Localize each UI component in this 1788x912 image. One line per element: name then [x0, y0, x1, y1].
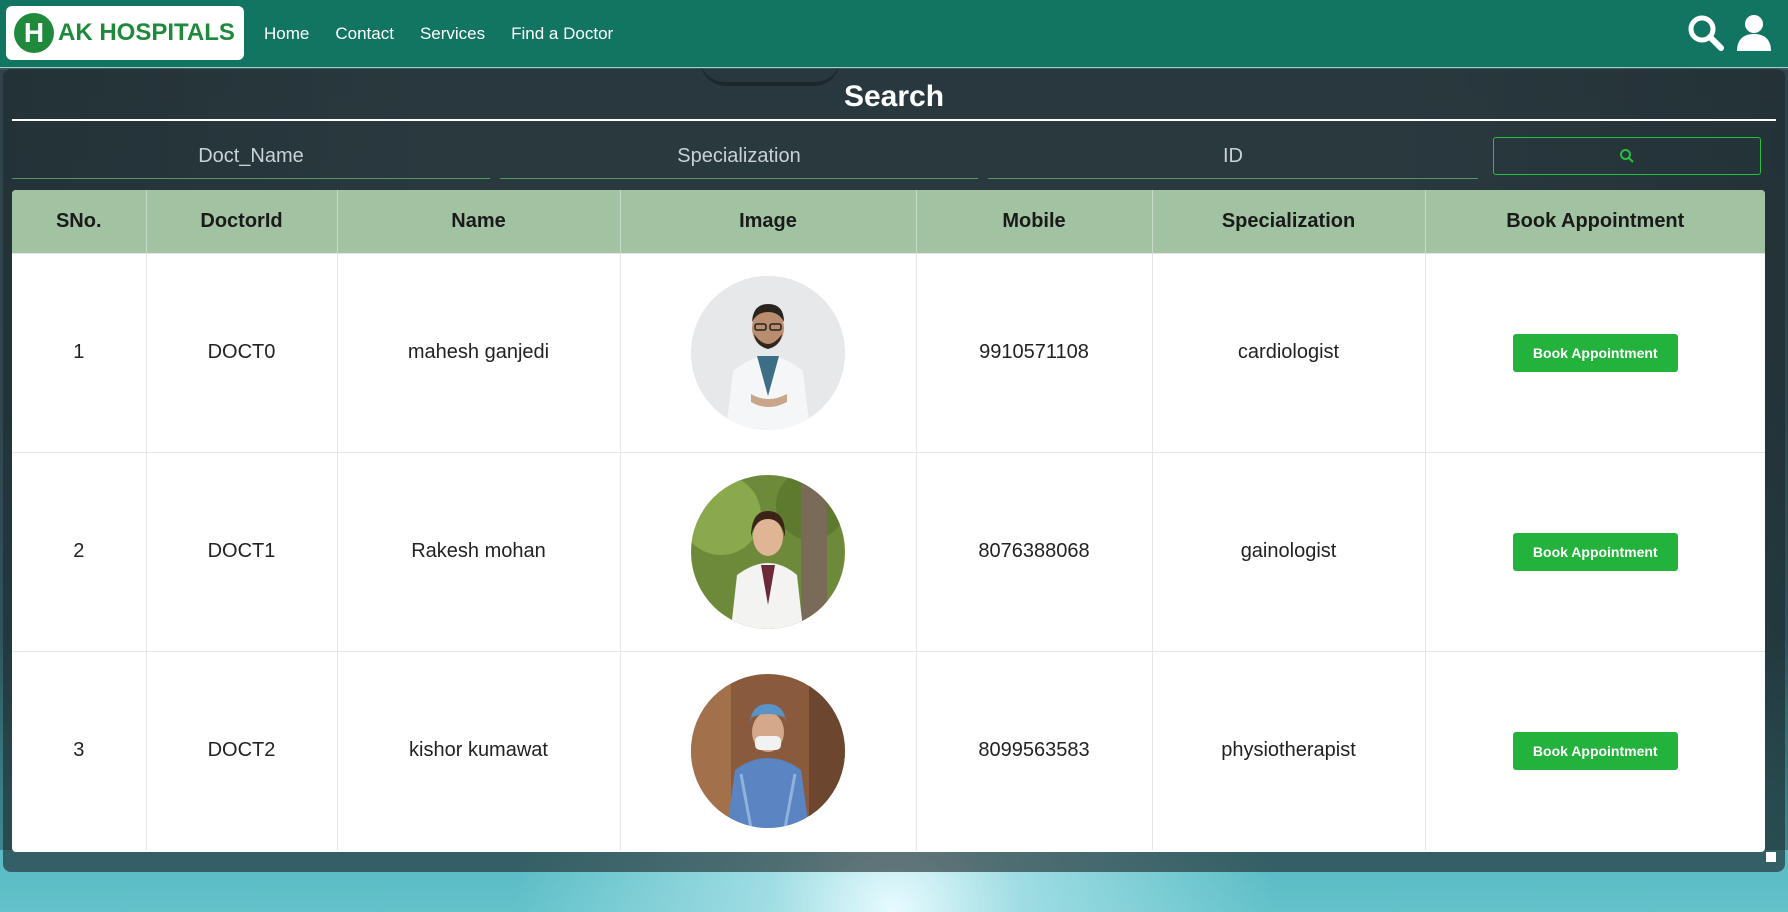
header-image: Image	[620, 190, 917, 253]
nav-link-services[interactable]: Services	[420, 24, 485, 44]
cell-specialization: physiotherapist	[1152, 651, 1426, 850]
cell-specialization: gainologist	[1152, 452, 1426, 651]
cell-specialization: cardiologist	[1152, 253, 1426, 452]
nav-link-find-doctor[interactable]: Find a Doctor	[511, 24, 613, 44]
doctor-name-input[interactable]	[12, 134, 490, 179]
header-mobile: Mobile	[916, 190, 1153, 253]
cell-action: Book Appointment	[1425, 651, 1765, 850]
header-book-appointment: Book Appointment	[1506, 209, 1685, 232]
table-header-row: SNo. DoctorId Name Image Mobile Speciali…	[12, 190, 1765, 253]
table-row: 1 DOCT0 mahesh ganjedi 9910571108 cardio…	[12, 253, 1765, 452]
nav-link-home[interactable]: Home	[264, 24, 309, 44]
doctor-id-input[interactable]	[988, 134, 1478, 179]
brand-logo[interactable]: H AK HOSPITALS	[6, 6, 244, 60]
book-appointment-button[interactable]: Book Appointment	[1512, 333, 1678, 372]
search-icon[interactable]	[1686, 13, 1726, 53]
table-row: 3 DOCT2 kishor kumawat 8099563583 physio…	[12, 651, 1765, 850]
cell-image	[620, 452, 917, 651]
book-appointment-button[interactable]: Book Appointment	[1512, 731, 1678, 770]
cell-doctor-id: DOCT1	[146, 452, 338, 651]
resize-handle[interactable]	[1766, 852, 1776, 862]
logo-h-icon: H	[14, 13, 54, 53]
header-specialization: Specialization	[1152, 190, 1426, 253]
cell-doctor-id: DOCT2	[146, 651, 338, 850]
cell-mobile: 8076388068	[916, 452, 1153, 651]
search-icon	[1620, 149, 1634, 163]
doctor-photo	[691, 474, 845, 629]
doctor-photo	[691, 275, 845, 430]
cell-name: Rakesh mohan	[337, 452, 621, 651]
specialization-input[interactable]	[500, 134, 978, 179]
user-icon[interactable]	[1734, 13, 1774, 53]
cell-name: kishor kumawat	[337, 651, 621, 850]
nav-link-contact[interactable]: Contact	[335, 24, 394, 44]
cell-image	[620, 253, 917, 452]
search-title: Search	[843, 80, 945, 113]
table-row: 2 DOCT1 Rakesh mohan 8076388068 gainolog…	[12, 452, 1765, 651]
cell-mobile: 9910571108	[916, 253, 1153, 452]
header-doctor-id: DoctorId	[146, 190, 338, 253]
header-name: Name	[337, 190, 621, 253]
brand-name: AK HOSPITALS	[58, 19, 235, 46]
cell-doctor-id: DOCT0	[146, 253, 338, 452]
cell-image	[620, 651, 917, 850]
top-navbar: H AK HOSPITALS Home Contact Services Fin…	[0, 0, 1788, 68]
cell-sno: 2	[12, 452, 147, 651]
cell-action: Book Appointment	[1425, 452, 1765, 651]
cell-action: Book Appointment	[1425, 253, 1765, 452]
doctor-table: SNo. DoctorId Name Image Mobile Speciali…	[12, 190, 1765, 850]
header-sno: SNo.	[12, 190, 147, 253]
doctor-table-container: SNo. DoctorId Name Image Mobile Speciali…	[12, 190, 1765, 852]
cell-name: mahesh ganjedi	[337, 253, 621, 452]
title-divider	[12, 119, 1776, 121]
nav-links: Home Contact Services Find a Doctor	[264, 0, 639, 67]
doctor-photo	[691, 673, 845, 828]
cell-sno: 1	[12, 253, 147, 452]
cell-sno: 3	[12, 651, 147, 850]
cell-mobile: 8099563583	[916, 651, 1153, 850]
book-appointment-button[interactable]: Book Appointment	[1512, 532, 1678, 571]
search-button[interactable]	[1493, 137, 1761, 175]
